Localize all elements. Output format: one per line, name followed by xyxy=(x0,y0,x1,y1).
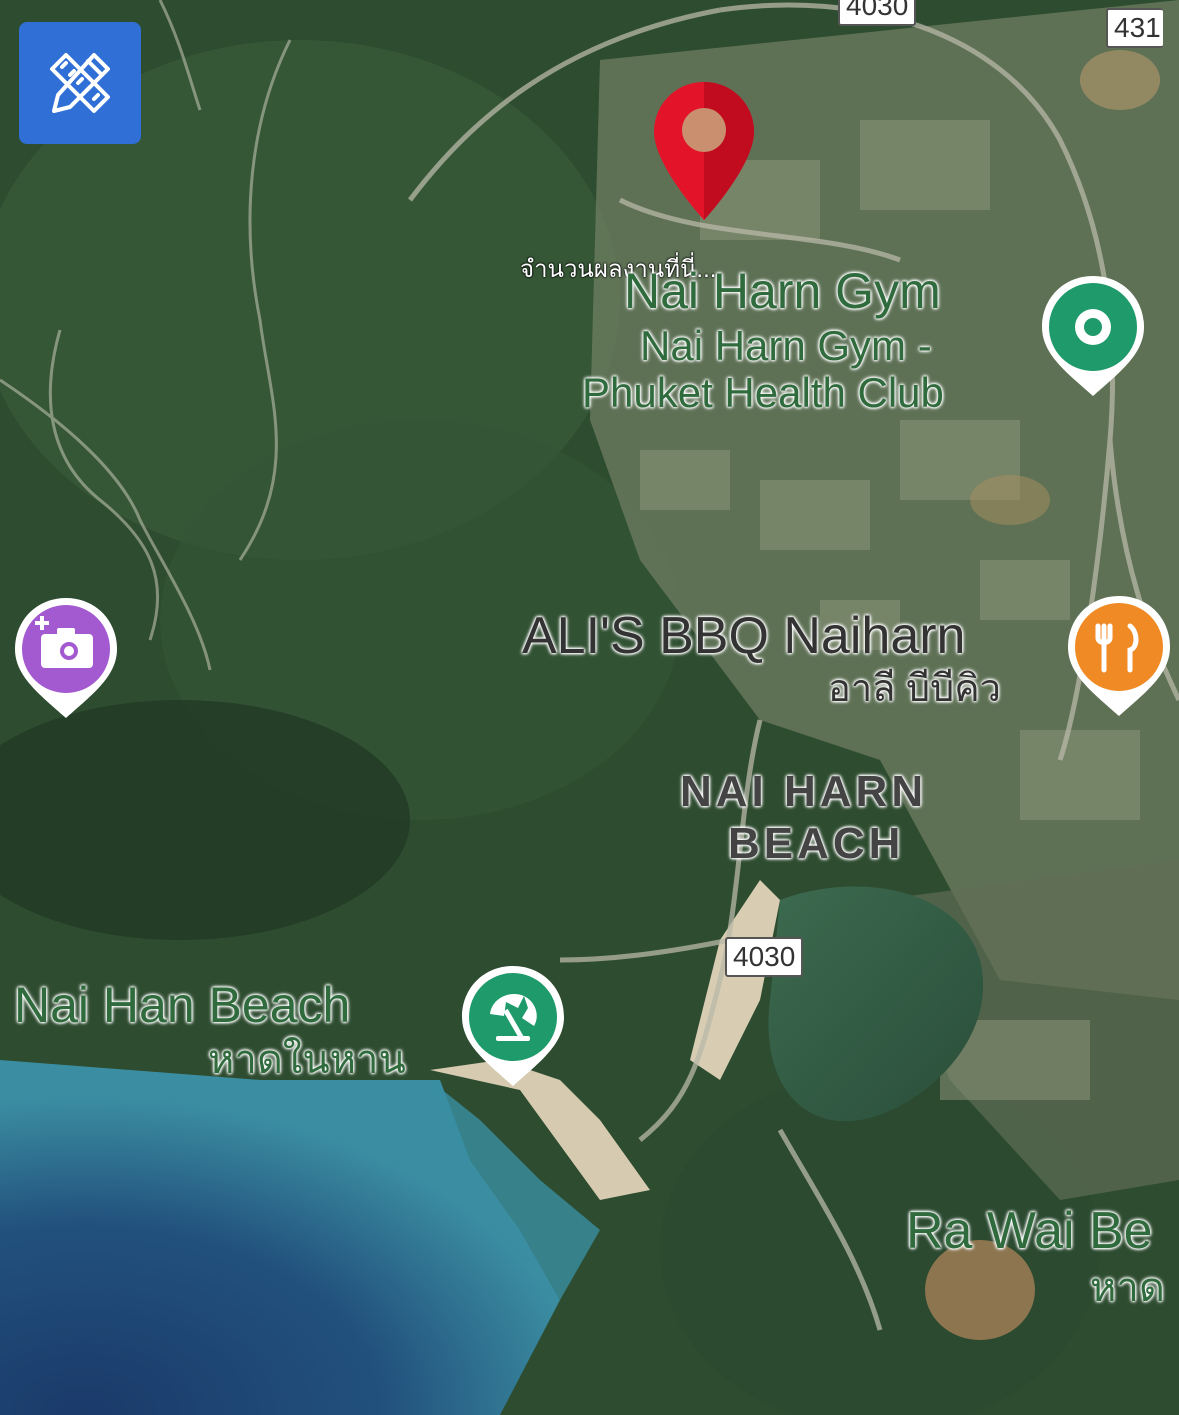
gym-short-label: Nai Harn Gym xyxy=(624,263,941,319)
area-label-line2: BEACH xyxy=(728,819,905,868)
road-shield-431: 431 xyxy=(1106,8,1163,48)
beach-poi-pin[interactable] xyxy=(458,962,568,1092)
edit-tool-button[interactable] xyxy=(19,22,141,144)
restaurant-label: ALI'S BBQ Naiharn xyxy=(522,607,966,665)
restaurant-label-thai: อาลี บีบีคิว xyxy=(828,668,1002,710)
beach-label: Nai Han Beach xyxy=(14,977,351,1033)
location-pin-icon[interactable] xyxy=(652,80,756,222)
rawai-label: Ra Wai Be xyxy=(906,1202,1153,1260)
beach-label-thai: หาดในหาน xyxy=(208,1038,406,1082)
rawai-label-thai: หาด xyxy=(1090,1266,1165,1310)
pencil-ruler-icon xyxy=(50,53,110,113)
dumbbell-dot-icon xyxy=(1075,309,1111,345)
road-shield-4030: 4030 xyxy=(725,937,804,977)
gym-full-label-line2: Phuket Health Club xyxy=(582,369,944,416)
photo-spot-poi-pin[interactable] xyxy=(11,594,121,724)
restaurant-poi-pin[interactable] xyxy=(1064,592,1174,722)
gym-poi-pin[interactable] xyxy=(1038,272,1148,402)
area-label-line1: NAI HARN xyxy=(680,767,928,816)
road-shield-4030-top: 4030 xyxy=(838,0,917,26)
gym-full-label-line1: Nai Harn Gym - xyxy=(640,322,932,369)
